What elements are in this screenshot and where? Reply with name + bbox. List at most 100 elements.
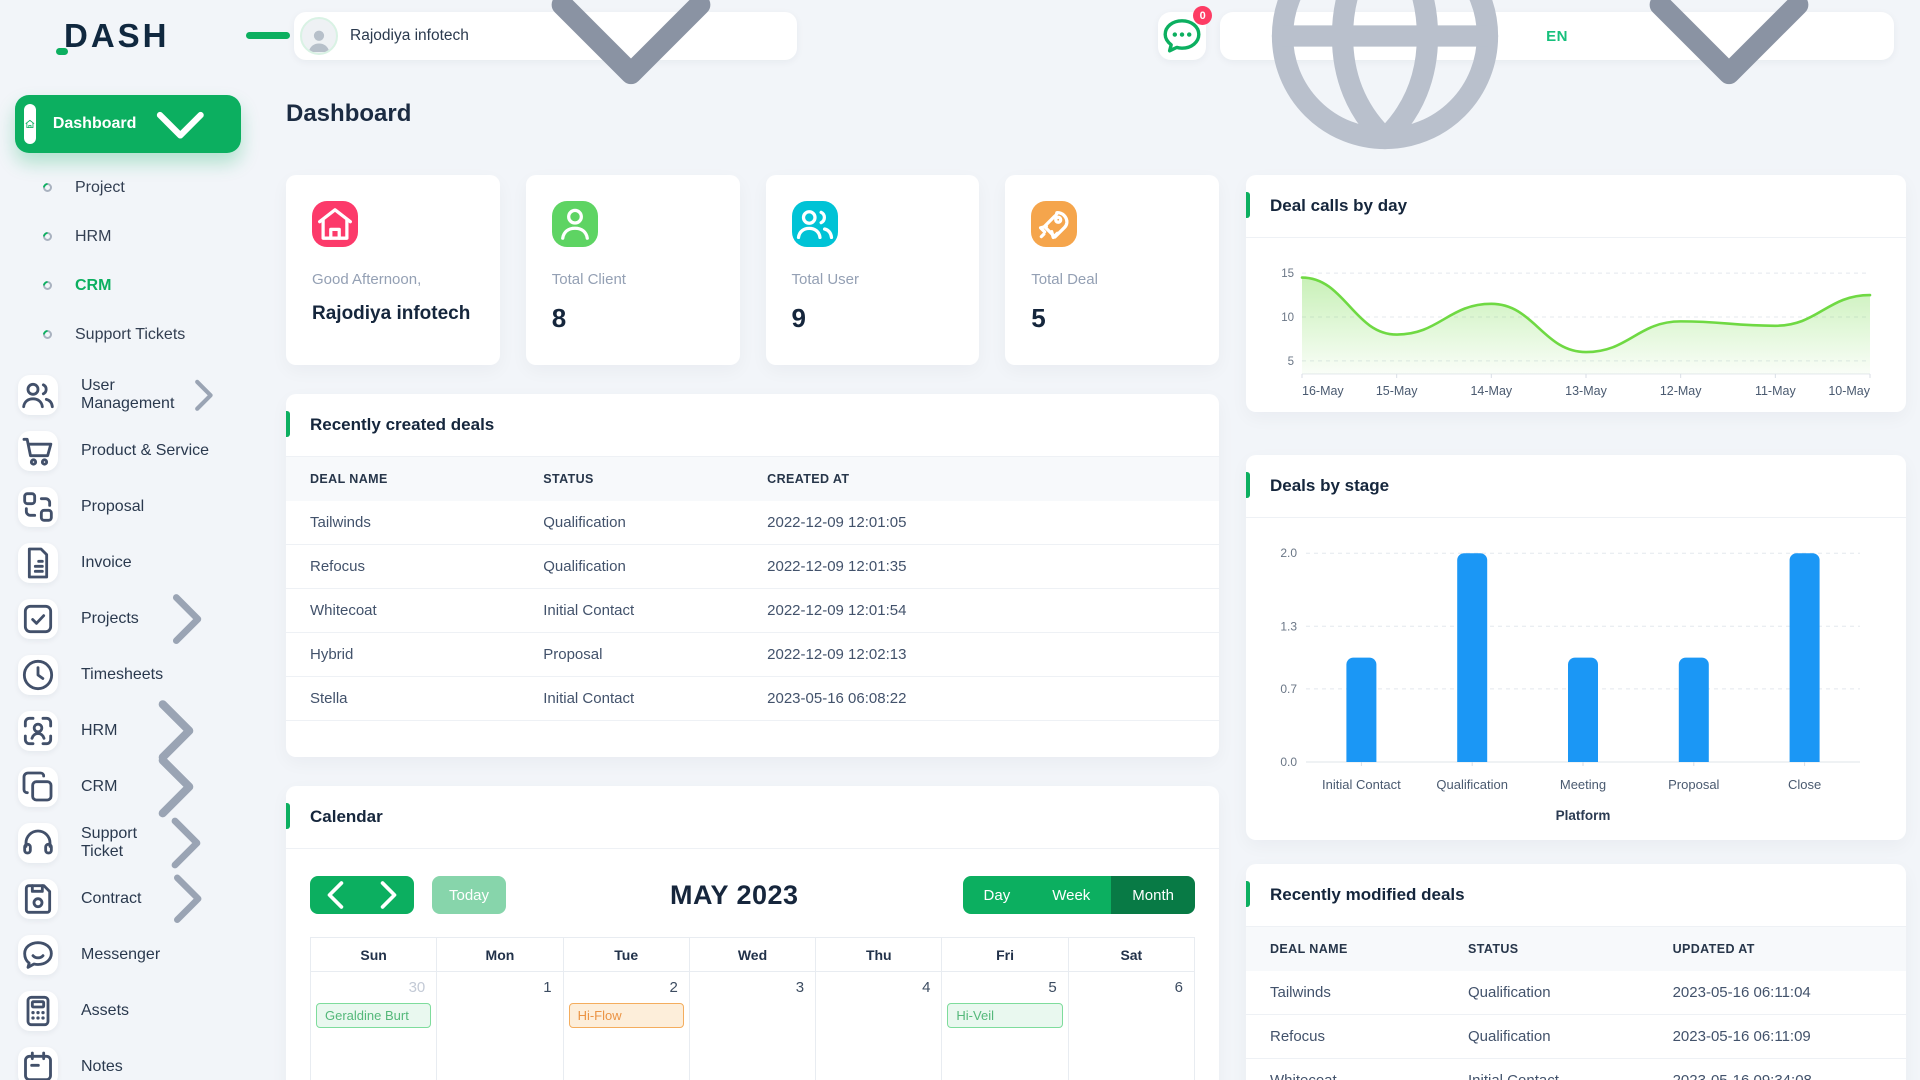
- prev-month-button[interactable]: [310, 869, 362, 921]
- sidebar-subitem-crm[interactable]: CRM: [29, 261, 241, 310]
- status-cell: Initial Contact: [1444, 1058, 1649, 1080]
- svg-text:Platform: Platform: [1556, 808, 1611, 823]
- created-deals-table: DEAL NAME STATUS CREATED AT Tailwinds Qua…: [286, 457, 1219, 721]
- updated-at-cell: 2023-05-16 09:34:08: [1648, 1058, 1906, 1080]
- circle-bullet-icon: [41, 230, 54, 243]
- calendar-view-switcher: Day Week Month: [962, 876, 1195, 914]
- clock-icon: [18, 655, 58, 695]
- calendar-day-cell[interactable]: 30 Geraldine Burt: [309, 971, 438, 1080]
- sidebar-item-projects[interactable]: Projects: [15, 591, 241, 647]
- sidebar-item-user-management[interactable]: User Management: [15, 367, 241, 423]
- svg-text:Initial Contact: Initial Contact: [1322, 777, 1401, 792]
- calendar-day-cell[interactable]: 5 Hi-Veil: [941, 971, 1069, 1080]
- deals-by-stage-card: Deals by stage 0.0 0.7 1.3 2.0 Initial Conta…: [1246, 455, 1906, 840]
- calendar-event[interactable]: Geraldine Burt: [316, 1003, 432, 1028]
- top-header: DASH Rajodiya infotech 0 EN: [0, 0, 1920, 150]
- page-title: Dashboard: [286, 100, 412, 127]
- sidebar-item-proposal[interactable]: Proposal: [15, 479, 241, 535]
- column-header: STATUS: [1444, 927, 1649, 971]
- calendar-event[interactable]: Hi-Flow: [568, 1003, 684, 1028]
- calendar-day-cell[interactable]: 2 Hi-Flow: [562, 971, 690, 1080]
- brand-accent-dash: [246, 32, 290, 39]
- sidebar-subitem-label: Project: [75, 178, 125, 196]
- calendar-month-label: MAY 2023: [669, 879, 799, 910]
- sidebar-item-notes[interactable]: Notes: [15, 1039, 241, 1080]
- floppy-icon: [18, 879, 58, 919]
- sidebar-subitem-support-tickets[interactable]: Support Tickets: [29, 310, 241, 359]
- weekday-header: Sun: [309, 937, 438, 972]
- day-number: 1: [543, 979, 552, 996]
- sidebar-item-label: Proposal: [81, 498, 145, 515]
- table-row: Tailwinds Qualification 2023-05-16 06:11:0…: [1246, 971, 1906, 1015]
- svg-text:15: 15: [1281, 268, 1294, 280]
- deal-name-cell: Tailwinds: [1246, 971, 1444, 1015]
- deal-name-cell: Refocus: [286, 544, 520, 589]
- sidebar-item-label: Assets: [81, 1002, 130, 1019]
- sidebar-item-product-service[interactable]: Product & Service: [15, 423, 241, 479]
- deal-name-cell: Hybrid: [286, 632, 520, 677]
- calendar-event[interactable]: Hi-Veil: [947, 1003, 1063, 1028]
- status-cell: Initial Contact: [519, 676, 744, 721]
- column-header: DEAL NAME: [286, 457, 520, 501]
- updated-at-cell: 2023-05-16 06:11:04: [1648, 971, 1906, 1015]
- calendar-day-cell[interactable]: 6: [1067, 971, 1196, 1080]
- deal-calls-chart: 5 10 15 16-May 15-May 14-May 13-May 12-May 11-Ma…: [1246, 238, 1906, 412]
- table-header-row: DEAL NAME STATUS CREATED AT: [286, 457, 1219, 501]
- column-header: DEAL NAME: [1246, 927, 1444, 971]
- table-row: Hybrid Proposal 2022-12-09 12:02:13: [286, 632, 1219, 677]
- sidebar-nav-list: User Management Product & Service Propos…: [15, 363, 241, 1080]
- sidebar-item-label: Dashboard: [52, 115, 137, 132]
- sidebar-subitem-label: Support Tickets: [75, 325, 186, 343]
- updated-at-cell: 2023-05-16 06:11:09: [1648, 1014, 1906, 1059]
- calendar-day-cell[interactable]: 4: [815, 971, 943, 1080]
- home-icon: [24, 104, 36, 144]
- sidebar-item-contract[interactable]: Contract: [15, 871, 241, 927]
- svg-text:14-May: 14-May: [1470, 384, 1512, 398]
- sidebar: Dashboard Project HRM CRM Support Ticket…: [0, 72, 256, 1080]
- today-button[interactable]: Today: [432, 876, 507, 914]
- day-number: 2: [669, 979, 678, 996]
- view-week-button[interactable]: Week: [1031, 876, 1112, 914]
- stat-cards-row: Good Afternoon, Rajodiya infotech Total …: [286, 175, 1219, 365]
- messenger-button[interactable]: 0: [1158, 6, 1213, 60]
- header-actions: 0 EN: [1158, 0, 1894, 150]
- next-month-button[interactable]: [362, 869, 414, 921]
- svg-text:Close: Close: [1788, 777, 1821, 792]
- sidebar-subitem-project[interactable]: Project: [29, 163, 241, 212]
- brand-logo-text: DASH: [64, 17, 170, 54]
- calendar-toolbar: Today MAY 2023 Day Week Month: [286, 849, 1219, 937]
- created-at-cell: 2022-12-09 12:01:05: [743, 501, 1219, 545]
- view-month-button[interactable]: Month: [1111, 876, 1195, 914]
- table-row: Refocus Qualification 2022-12-09 12:01:35: [286, 544, 1219, 589]
- table-row: Tailwinds Qualification 2022-12-09 12:01:0…: [286, 501, 1219, 545]
- company-selector[interactable]: Rajodiya infotech: [294, 0, 797, 85]
- calendar-day-cell[interactable]: 1: [436, 971, 564, 1080]
- circle-bullet-icon: [41, 181, 54, 194]
- recently-created-deals-card: Recently created deals DEAL NAME STATUS …: [286, 394, 1219, 757]
- weekday-header: Thu: [815, 937, 943, 972]
- view-day-button[interactable]: Day: [962, 876, 1032, 914]
- users-icon: [18, 375, 58, 415]
- rocket-icon: [1031, 201, 1078, 247]
- weekday-header: Tue: [562, 937, 690, 972]
- sidebar-item-label: Support Ticket: [81, 825, 138, 860]
- card-title: Deal calls by day: [1246, 175, 1906, 238]
- sidebar-item-assets[interactable]: Assets: [15, 983, 241, 1039]
- recently-modified-deals-card: Recently modified deals DEAL NAME STATUS…: [1246, 864, 1906, 1080]
- calendar-day-cell[interactable]: 3: [688, 971, 817, 1080]
- language-selector[interactable]: EN: [1220, 0, 1894, 150]
- card-title: Recently created deals: [286, 394, 1219, 457]
- circle-bullet-icon: [41, 279, 54, 292]
- sidebar-item-dashboard[interactable]: Dashboard: [15, 95, 241, 153]
- status-cell: Qualification: [1444, 971, 1649, 1015]
- weekday-header: Sat: [1067, 937, 1196, 972]
- svg-text:11-May: 11-May: [1755, 384, 1797, 398]
- table-row: Refocus Qualification 2023-05-16 06:11:09: [1246, 1014, 1906, 1059]
- file-invoice-icon: [18, 543, 58, 583]
- sidebar-subitem-hrm[interactable]: HRM: [29, 212, 241, 261]
- status-cell: Proposal: [519, 632, 744, 677]
- modified-deals-table: DEAL NAME STATUS UPDATED AT Tailwinds Qua…: [1246, 927, 1906, 1080]
- svg-text:13-May: 13-May: [1565, 384, 1607, 398]
- deal-name-cell: Whitecoat: [1246, 1058, 1444, 1080]
- stat-label: Total User: [791, 271, 860, 288]
